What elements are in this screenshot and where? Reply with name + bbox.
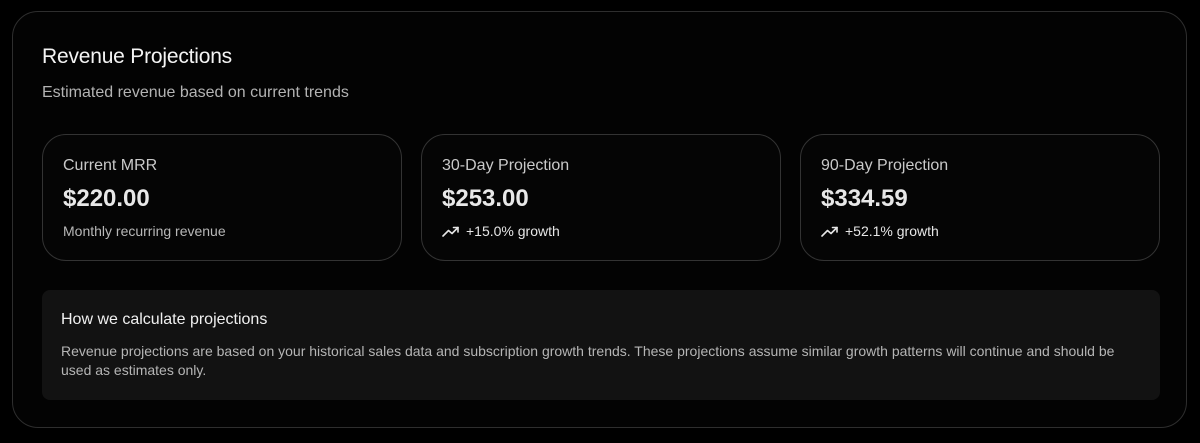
info-title: How we calculate projections (61, 311, 268, 328)
projection-cards: Current MRR $220.00 Monthly recurring re… (42, 134, 1160, 261)
revenue-projections-panel: Revenue Projections Estimated revenue ba… (12, 11, 1187, 428)
card-note-text: Monthly recurring revenue (63, 223, 226, 239)
panel-subtitle: Estimated revenue based on current trend… (42, 84, 349, 101)
card-note-text: +52.1% growth (845, 223, 939, 239)
trending-up-icon (442, 226, 459, 237)
card-value: $253.00 (442, 185, 529, 212)
card-note: Monthly recurring revenue (63, 223, 226, 239)
current-mrr-card: Current MRR $220.00 Monthly recurring re… (42, 134, 402, 261)
info-body: Revenue projections are based on your hi… (61, 343, 1115, 378)
card-note: +52.1% growth (821, 223, 939, 239)
thirty-day-projection-card: 30-Day Projection $253.00 +15.0% growth (421, 134, 781, 261)
card-value: $334.59 (821, 185, 908, 212)
card-label: 30-Day Projection (442, 157, 570, 174)
card-label: 90-Day Projection (821, 157, 949, 174)
card-note-text: +15.0% growth (466, 223, 560, 239)
trending-up-icon (821, 226, 838, 237)
card-label: Current MRR (63, 157, 158, 174)
card-note: +15.0% growth (442, 223, 560, 239)
ninety-day-projection-card: 90-Day Projection $334.59 +52.1% growth (800, 134, 1160, 261)
card-value: $220.00 (63, 185, 150, 212)
panel-title: Revenue Projections (42, 45, 232, 68)
calculation-info-box: How we calculate projections Revenue pro… (42, 290, 1160, 400)
